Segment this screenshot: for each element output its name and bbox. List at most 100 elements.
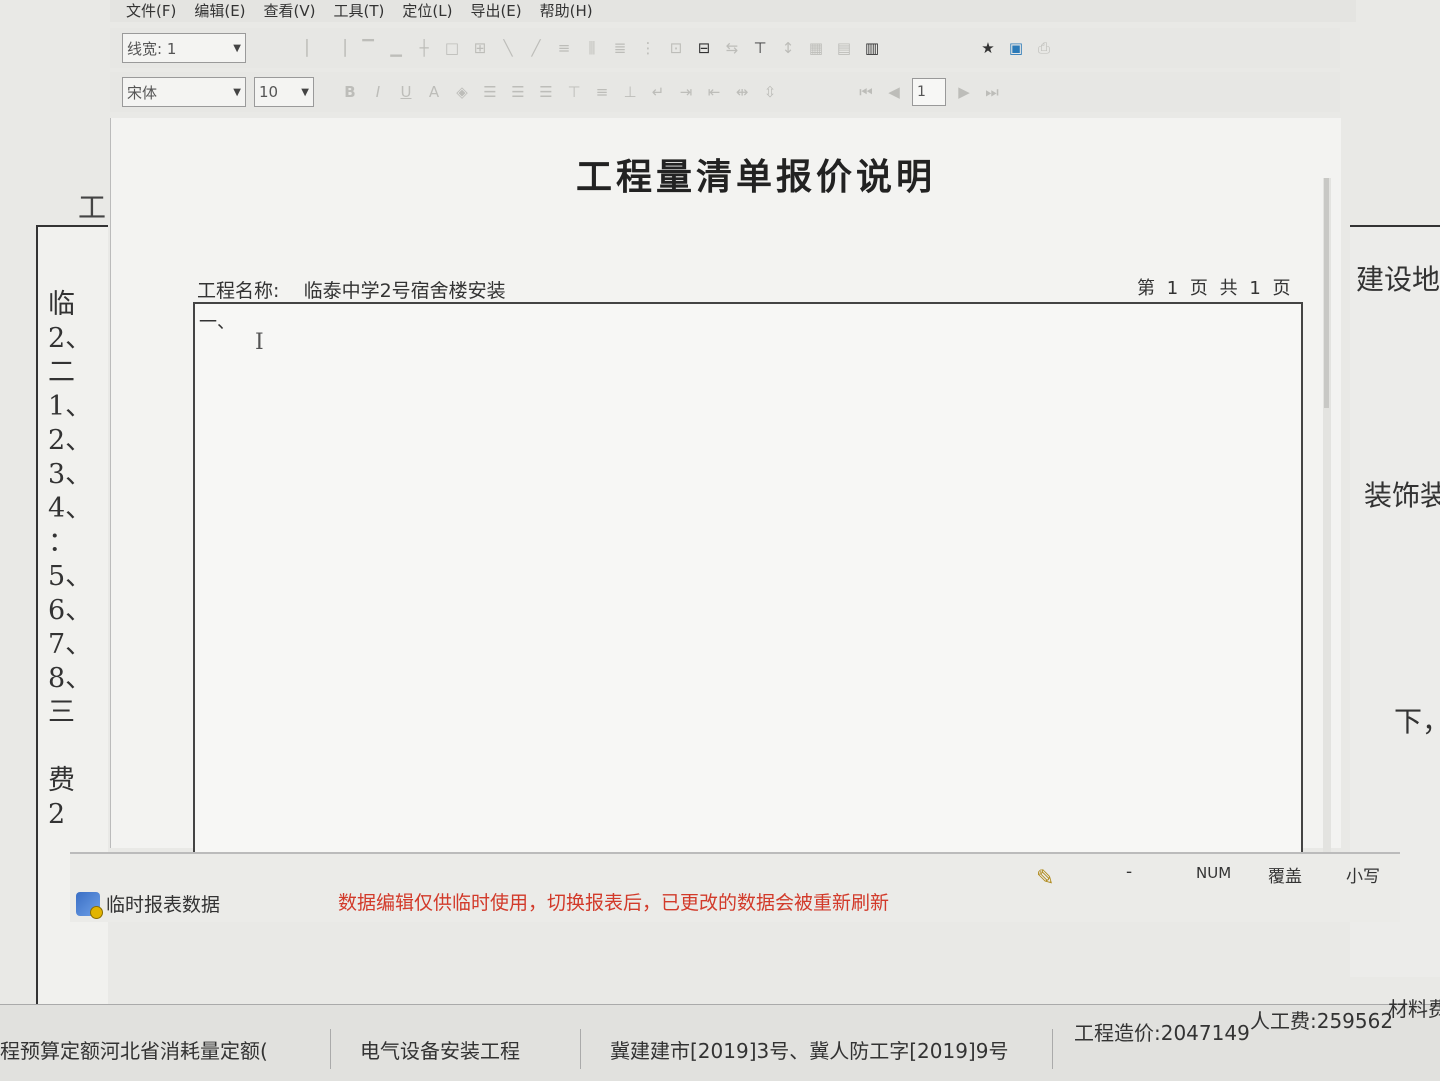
text-cursor-icon: I [255,330,264,355]
border-inner-icon[interactable]: ┼ [414,38,434,58]
merge-icon[interactable]: ⊡ [666,38,686,58]
insert-row-icon[interactable]: ≡ [554,38,574,58]
valign-top-icon[interactable]: ⊤ [564,82,584,102]
bg-right-text-3: 下， [1394,705,1440,738]
delete-row-icon[interactable]: ≣ [610,38,630,58]
line-width-select[interactable]: 线宽: 1 ▼ [122,33,246,63]
bg-line: 3、 [48,459,93,490]
bg-line: 4、 [48,493,93,524]
content-first-line: 一、 [199,312,235,333]
menu-edit[interactable]: 编辑(E) [194,0,245,22]
columns-icon[interactable]: ▥ [862,38,882,58]
category-info: 电气设备安装工程 [360,1039,520,1063]
print-icon[interactable]: ⎙ [1034,38,1054,58]
sort-icon[interactable]: ↕ [778,38,798,58]
table-icon[interactable]: ▤ [834,38,854,58]
num-lock-indicator: NUM [1196,864,1232,882]
diagonal-up-icon[interactable]: ╱ [526,38,546,58]
chevron-down-icon: ▼ [301,86,309,98]
indent-icon[interactable]: ⇥ [676,82,696,102]
chevron-down-icon: ▼ [233,86,241,98]
bold-icon[interactable]: B [340,82,360,102]
project-cost: 工程造价:2047149 [1074,1021,1250,1045]
diagonal-down-icon[interactable]: ╲ [498,38,518,58]
font-size-select[interactable]: 10 ▼ [254,77,314,107]
align-icon[interactable]: ⇆ [722,38,742,58]
menu-locate[interactable]: 定位(L) [402,0,452,22]
align-left-icon[interactable]: ☰ [480,82,500,102]
last-page-icon[interactable]: ⏭ [982,82,1002,102]
underline-icon[interactable]: U [396,82,416,102]
menu-help[interactable]: 帮助(H) [540,0,593,22]
border-outer-icon[interactable]: □ [442,38,462,58]
border-all-icon[interactable]: ⊞ [470,38,490,58]
bg-line: 1、 [48,391,93,422]
star-icon[interactable]: ★ [978,38,998,58]
align-center-icon[interactable]: ☰ [508,82,528,102]
font-name-value: 宋体 [127,83,158,102]
line-width-label: 线宽: 1 [127,39,177,58]
border-bottom-icon[interactable]: ▁ [386,38,406,58]
filter-icon[interactable]: ⊤ [750,38,770,58]
font-name-select[interactable]: 宋体 ▼ [122,77,246,107]
bg-line: 临 [48,289,75,320]
fill-color-icon[interactable]: ◈ [452,82,472,102]
italic-icon[interactable]: I [368,82,388,102]
status-bar: 临时报表数据 数据编辑仅供临时使用，切换报表后，已更改的数据会被重新刷新 ✎ -… [70,852,1400,922]
window-title: 临时报表数据 [76,890,221,919]
scrollbar-thumb[interactable] [1324,178,1329,408]
column-width-icon[interactable]: ⇹ [732,82,752,102]
valign-middle-icon[interactable]: ≡ [592,82,612,102]
menu-file[interactable]: 文件(F) [126,0,176,22]
prev-page-icon[interactable]: ◀ [884,82,904,102]
menu-export[interactable]: 导出(E) [470,0,521,22]
delete-col-icon[interactable]: ⋮ [638,38,658,58]
separator [330,1029,331,1069]
outdent-icon[interactable]: ⇤ [704,82,724,102]
bg-line [48,730,98,764]
save-icon[interactable]: ▣ [1006,38,1026,58]
row-height-icon[interactable]: ⇳ [760,82,780,102]
menu-tools[interactable]: 工具(T) [334,0,385,22]
bg-left-column: 临 2、 二 1、 2、 3、 4、 ： 5、 6、 7、 8、 三 费 2 [48,288,98,832]
bg-line: 2、 [48,425,93,456]
border-right-icon[interactable]: ▕ [330,38,350,58]
chevron-down-icon: ▼ [233,42,241,54]
border-top-icon[interactable]: ▔ [358,38,378,58]
description-text-area[interactable]: 一、 I [193,302,1303,866]
toolbar-format: 线宽: 1 ▼ ▏ ▕ ▔ ▁ ┼ □ ⊞ ╲ ╱ ≡ ⫼ ≣ ⋮ ⊡ ⊟ ⇆ … [110,28,1340,68]
align-right-icon[interactable]: ☰ [536,82,556,102]
labor-cost: 人工费:259562 [1250,1009,1394,1033]
vertical-scrollbar[interactable] [1323,178,1331,858]
split-icon[interactable]: ⊟ [694,38,714,58]
separator [580,1029,581,1069]
border-left-icon[interactable]: ▏ [302,38,322,58]
project-name: 临泰中学2号宿舍楼安装 [303,280,506,302]
menu-view[interactable]: 查看(V) [264,0,316,22]
wrap-icon[interactable]: ↵ [648,82,668,102]
project-name-row: 工程名称: 临泰中学2号宿舍楼安装 [197,276,506,303]
window-title-text: 临时报表数据 [106,894,221,916]
document-info: 冀建建市[2019]3号、冀人防工字[2019]9号 [610,1039,1009,1063]
lowercase-indicator: 小写 [1346,867,1380,887]
project-label: 工程名称: [197,280,280,302]
menu-bar: 文件(F) 编辑(E) 查看(V) 工具(T) 定位(L) 导出(E) 帮助(H… [110,0,1356,22]
page-info: 第 1 页 共 1 页 [1137,278,1291,299]
edit-warning: 数据编辑仅供临时使用，切换报表后，已更改的数据会被重新刷新 [338,892,890,914]
valign-bottom-icon[interactable]: ⊥ [620,82,640,102]
report-window: 工程量清单报价说明 工程名称: 临泰中学2号宿舍楼安装 第 1 页 共 1 页 … [110,118,1341,866]
page-number-input[interactable]: 1 [912,78,946,106]
report-title: 工程量清单报价说明 [575,156,936,198]
bg-right-text-2: 装饰装 [1364,479,1440,512]
quota-info: 程预算定额河北省消耗量定额( [0,1039,268,1063]
bg-right-text-1: 建设地 [1356,263,1440,296]
grid-icon[interactable]: ▦ [806,38,826,58]
next-page-icon[interactable]: ▶ [954,82,974,102]
insert-col-icon[interactable]: ⫼ [582,38,602,58]
font-color-icon[interactable]: A [424,82,444,102]
first-page-icon[interactable]: ⏮ [856,82,876,102]
font-size-value: 10 [259,83,279,101]
pencil-icon: ✎ [1036,866,1055,891]
separator [1052,1029,1053,1069]
bg-left-top-char: 工 [78,191,107,224]
